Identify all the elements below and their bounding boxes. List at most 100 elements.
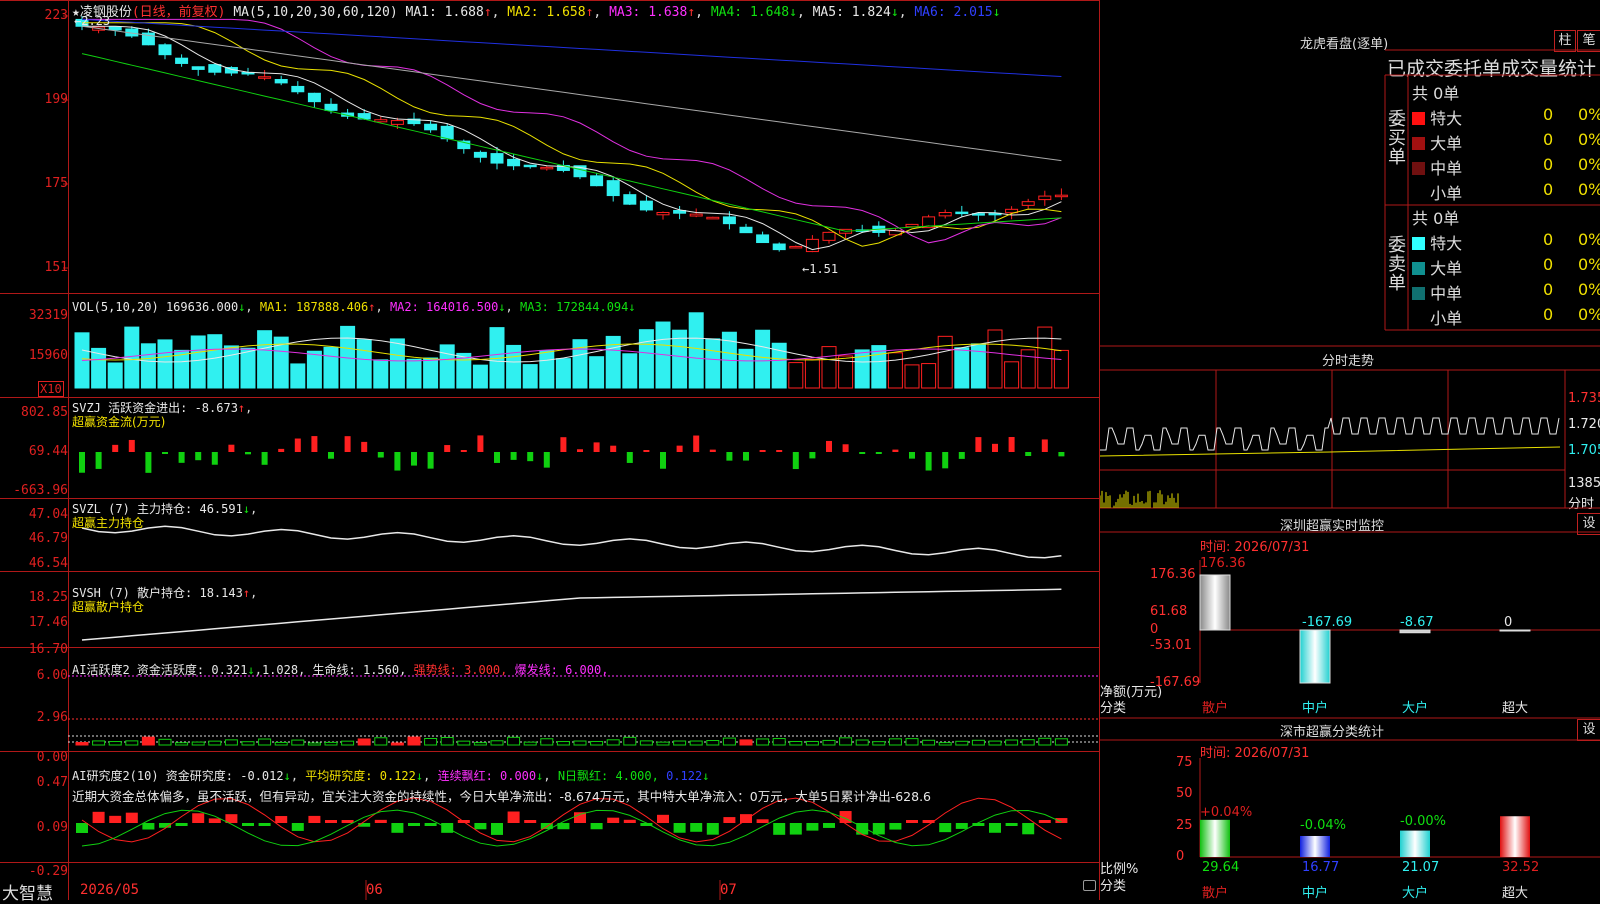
- volume-bar: [589, 356, 605, 389]
- candle-body: [523, 164, 537, 168]
- fund-flow-bar: [842, 444, 849, 452]
- activity-bar: [789, 740, 803, 746]
- monitor-bar: [1299, 629, 1331, 684]
- fund-flow-bar: [261, 452, 268, 465]
- research-bar: [192, 813, 205, 823]
- brand-logo: 大智慧: [2, 884, 53, 904]
- monitor-bar: [1499, 629, 1531, 632]
- candle-body: [656, 212, 670, 216]
- volume-bar: [638, 329, 654, 389]
- activity-bar: [872, 741, 886, 746]
- intraday-price-line: [1100, 417, 1560, 451]
- candle-body: [756, 234, 770, 244]
- arrow-down-icon: ↓: [890, 5, 899, 20]
- fund-flow-bar: [195, 452, 202, 461]
- volume-bar: [987, 329, 1003, 389]
- research-bar: [491, 823, 503, 835]
- research-bar: [806, 823, 819, 831]
- research-bar: [607, 817, 620, 823]
- ai-activity-bars: [75, 736, 1068, 746]
- activity-bar: [158, 738, 172, 746]
- fund-flow-bar: [211, 452, 218, 465]
- fund-flow-bar: [527, 452, 534, 462]
- volume-bar: [788, 362, 804, 389]
- lock-icon[interactable]: [1083, 880, 1096, 891]
- main-header: ★凌钢股份(日线，前复权) MA(5,10,20,30,60,120) MA1:…: [72, 5, 1001, 20]
- activity-bar: [855, 739, 869, 746]
- candle-body: [175, 57, 189, 64]
- activity-bar: [241, 741, 255, 746]
- activity-bar: [938, 742, 952, 746]
- research-bar: [590, 823, 603, 830]
- activity-bar: [573, 740, 587, 746]
- candle-body: [158, 44, 172, 56]
- period-label[interactable]: (日线，前复权): [132, 5, 226, 20]
- volume-bar: [373, 359, 389, 389]
- low-marker: ←1.51: [802, 262, 839, 276]
- volume-bar: [439, 344, 455, 389]
- activity-bar: [756, 738, 770, 746]
- fund-flow-bar: [892, 449, 899, 452]
- volume-bar: [207, 334, 223, 389]
- activity-bar: [639, 740, 653, 746]
- research-bar: [939, 823, 952, 833]
- activity-bar: [523, 741, 537, 746]
- fund-flow-bar: [859, 452, 866, 454]
- monitor-bars: [1199, 560, 1600, 684]
- activity-bar: [108, 741, 122, 746]
- research-bar: [275, 816, 288, 823]
- candle-body: [424, 123, 438, 131]
- research-bar: [507, 811, 520, 823]
- activity-bar: [955, 740, 969, 746]
- fund-flow-bar: [792, 452, 799, 470]
- research-bar: [1038, 820, 1051, 823]
- activity-bar: [556, 741, 570, 746]
- fund-flow-bar: [1025, 452, 1032, 457]
- candle-body: [374, 119, 388, 123]
- candle-body: [606, 180, 620, 197]
- research-bar: [773, 823, 786, 835]
- intraday-avg-line: [1100, 446, 1561, 457]
- fund-flow-bar: [228, 444, 235, 452]
- classify-bar: [1200, 819, 1230, 857]
- research-bar: [789, 823, 802, 835]
- fund-flow-bar: [543, 452, 550, 468]
- activity-bar: [473, 742, 487, 746]
- fund-flow-bar: [361, 441, 368, 452]
- volume-bar: [705, 338, 721, 389]
- candle-body: [938, 212, 952, 217]
- volume-bar: [223, 345, 239, 389]
- activity-bar: [258, 738, 272, 746]
- candle-body: [722, 216, 736, 225]
- activity-bar: [141, 736, 155, 746]
- research-bar: [374, 819, 387, 823]
- volume-bar: [423, 357, 439, 389]
- candle-body: [1038, 195, 1052, 201]
- research-bar: [690, 823, 703, 832]
- research-bar: [1005, 823, 1018, 826]
- activity-bar: [490, 740, 504, 746]
- activity-bar: [440, 737, 454, 746]
- activity-bar: [191, 741, 205, 746]
- candle-body: [473, 151, 487, 158]
- candle-body: [623, 194, 637, 205]
- research-bar: [175, 823, 188, 826]
- vol-tick: 32319: [28, 308, 68, 323]
- fund-flow-bar: [411, 452, 417, 466]
- activity-bar: [224, 739, 238, 746]
- fund-flow-bar: [942, 452, 949, 469]
- fund-flow-bar: [145, 452, 152, 473]
- volume-bar: [290, 363, 306, 389]
- fund-flow-bar: [626, 452, 633, 463]
- candle-body: [739, 226, 753, 234]
- research-bar: [673, 823, 686, 833]
- activity-bar: [1038, 737, 1052, 746]
- fund-flow-bar: [660, 452, 666, 469]
- fund-flow-bar: [726, 452, 733, 461]
- svzl-line: [81, 525, 1062, 559]
- chart-area[interactable]: [0, 0, 1100, 900]
- activity-bar: [805, 740, 819, 746]
- arrow-down-icon: ↓: [992, 5, 1001, 20]
- high-marker: ←2.23: [74, 14, 111, 28]
- fund-flow-bar: [178, 452, 185, 463]
